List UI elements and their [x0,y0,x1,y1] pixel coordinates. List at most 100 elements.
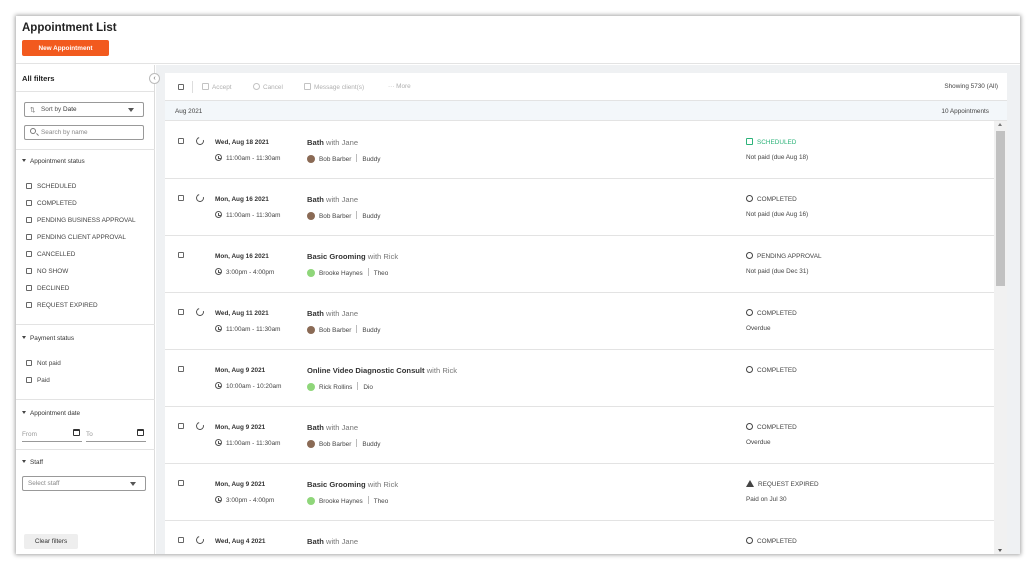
check-circle-icon [746,537,753,544]
clock-icon [215,154,222,161]
checkbox[interactable] [26,251,32,257]
appointment-date: Wed, Aug 4 2021 [215,538,266,545]
appointment-row[interactable]: Mon, Aug 9 2021 10:00am - 10:20am Online… [165,350,994,407]
appointment-time: 11:00am - 11:30am [215,325,280,333]
appointment-date: Mon, Aug 16 2021 [215,253,269,260]
client-info: Bob Barber Buddy [307,154,380,163]
date-from-field[interactable]: From [22,428,82,442]
checkbox[interactable] [26,234,32,240]
appointment-count: 10 Appointments [941,108,989,115]
filters-title: All filters [22,74,55,83]
client-info: Bob Barber Buddy [307,325,380,334]
recurring-icon [194,192,206,204]
service-name[interactable]: Bath with Jane [307,537,358,546]
row-checkbox[interactable] [178,138,184,144]
avatar [307,212,315,220]
page-title: Appointment List [22,22,117,34]
service-name[interactable]: Online Video Diagnostic Consult with Ric… [307,366,457,375]
row-checkbox[interactable] [178,480,184,486]
status-badge: REQUEST EXPIRED [746,480,819,488]
row-checkbox[interactable] [178,195,184,201]
status-badge: COMPLETED [746,309,797,317]
service-name[interactable]: Bath with Jane [307,309,358,318]
checkbox[interactable] [26,268,32,274]
filter-no-show[interactable]: NO SHOW [26,267,68,277]
divider [16,399,155,400]
filter-pending-client-approval[interactable]: PENDING CLIENT APPROVAL [26,233,126,243]
service-name[interactable]: Basic Grooming with Rick [307,480,398,489]
filter-not-paid[interactable]: Not paid [26,359,61,369]
row-checkbox[interactable] [178,309,184,315]
service-name[interactable]: Bath with Jane [307,423,358,432]
checkbox[interactable] [26,377,32,383]
calendar-check-icon [202,83,209,90]
scroll-thumb[interactable] [996,131,1005,286]
row-checkbox[interactable] [178,423,184,429]
avatar [307,155,315,163]
appointment-status-group[interactable]: Appointment status [22,158,85,165]
checkbox[interactable] [26,217,32,223]
staff-select[interactable]: Select staff [22,476,146,491]
appointment-row[interactable]: Mon, Aug 9 2021 3:00pm - 4:00pm Basic Gr… [165,464,994,521]
filter-declined[interactable]: DECLINED [26,284,69,294]
collapse-sidebar-chevron-icon[interactable]: ‹ [149,73,160,84]
checkbox[interactable] [26,200,32,206]
calendar-icon[interactable] [137,429,144,436]
clock-icon [215,382,222,389]
appointment-row[interactable]: Mon, Aug 16 2021 11:00am - 11:30am Bath … [165,179,994,236]
checkbox[interactable] [26,360,32,366]
filter-paid[interactable]: Paid [26,376,50,386]
checkbox[interactable] [26,302,32,308]
message-icon [304,83,311,90]
checkbox[interactable] [26,183,32,189]
select-all-checkbox[interactable] [178,84,184,90]
filter-scheduled[interactable]: SCHEDULED [26,182,76,192]
appointment-date: Wed, Aug 11 2021 [215,310,269,317]
service-name[interactable]: Basic Grooming with Rick [307,252,398,261]
row-checkbox[interactable] [178,537,184,543]
appointment-row[interactable]: Mon, Aug 9 2021 11:00am - 11:30am Bath w… [165,407,994,464]
recurring-icon [194,534,206,546]
accept-button[interactable]: Accept [202,83,232,91]
sort-select[interactable]: ⇅ Sort by Date [24,102,144,117]
appointment-row[interactable]: Mon, Aug 16 2021 3:00pm - 4:00pm Basic G… [165,236,994,293]
new-appointment-button[interactable]: New Appointment [22,40,109,56]
service-name[interactable]: Bath with Jane [307,195,358,204]
client-info: Rick Rollins Dio [307,382,373,391]
filter-completed[interactable]: COMPLETED [26,199,77,209]
list-scrollbar[interactable] [994,121,1007,554]
filter-request-expired[interactable]: REQUEST EXPIRED [26,301,98,311]
checkbox[interactable] [26,285,32,291]
search-input[interactable]: Search by name [24,125,144,140]
service-name[interactable]: Bath with Jane [307,138,358,147]
calendar-icon[interactable] [73,429,80,436]
filter-pending-business-approval[interactable]: PENDING BUSINESS APPROVAL [26,216,136,226]
status-badge: COMPLETED [746,366,797,374]
check-circle-icon [746,195,753,202]
scroll-up-icon[interactable] [998,123,1002,126]
appointment-time: 3:00pm - 4:00pm [215,268,274,276]
row-checkbox[interactable] [178,252,184,258]
appointment-row[interactable]: Wed, Aug 11 2021 11:00am - 11:30am Bath … [165,293,994,350]
clock-icon [215,325,222,332]
bulk-toolbar: Accept Cancel Message client(s) ··· More… [165,73,1007,101]
cancel-button[interactable]: Cancel [253,83,283,91]
scroll-down-icon[interactable] [998,549,1002,552]
row-checkbox[interactable] [178,366,184,372]
client-info: Bob Barber Buddy [307,211,380,220]
payment-status-group[interactable]: Payment status [22,335,74,342]
clear-filters-button[interactable]: Clear filters [24,534,78,549]
appointment-date: Wed, Aug 18 2021 [215,139,269,146]
avatar [307,440,315,448]
appointment-row[interactable]: Wed, Aug 4 2021 Bath with Jane COMPLETED [165,521,994,554]
staff-group[interactable]: Staff [22,459,43,466]
appointment-list: Accept Cancel Message client(s) ··· More… [165,73,1007,554]
appointment-row[interactable]: Wed, Aug 18 2021 11:00am - 11:30am Bath … [165,122,994,179]
avatar [307,326,315,334]
message-clients-button[interactable]: Message client(s) [304,83,364,91]
more-button[interactable]: ··· More [388,83,411,90]
appointment-date-group[interactable]: Appointment date [22,410,80,417]
check-circle-icon [746,309,753,316]
date-to-field[interactable]: To [86,428,146,442]
filter-cancelled[interactable]: CANCELLED [26,250,75,260]
